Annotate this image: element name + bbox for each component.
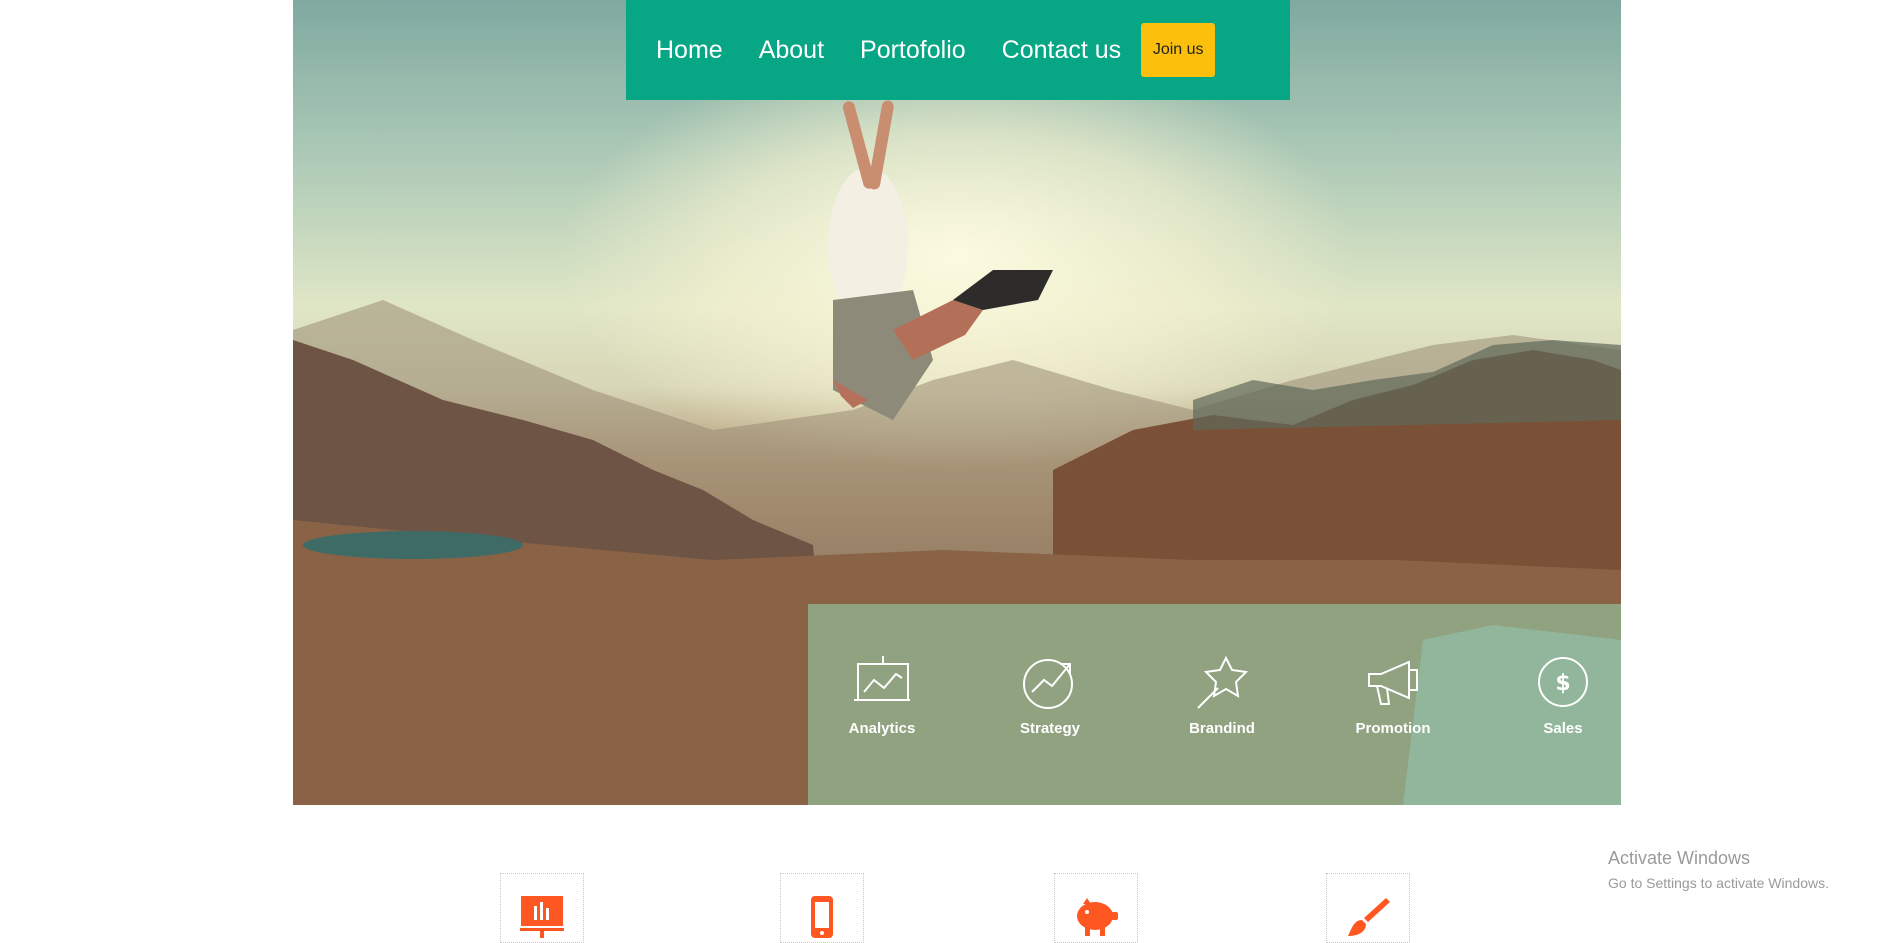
svg-text:$: $ [1555, 671, 1570, 696]
windows-activation-watermark: Activate Windows Go to Settings to activ… [1608, 848, 1829, 891]
service-label: Sales [1543, 720, 1583, 737]
hero-banner: Analytics Strategy Brandind Promotion $ … [293, 0, 1621, 805]
service-sales[interactable]: $ Sales [1503, 652, 1621, 737]
piggy-bank-icon [1073, 896, 1119, 942]
service-label: Strategy [1019, 720, 1081, 737]
dollar-circle-icon: $ [1503, 652, 1621, 712]
main-navigation: Home About Portofolio Contact us Join us [626, 0, 1290, 100]
nav-contact-link[interactable]: Contact us [1002, 36, 1122, 65]
megaphone-icon [1333, 652, 1453, 712]
service-strategy[interactable]: Strategy [990, 652, 1110, 737]
services-panel: Analytics Strategy Brandind Promotion $ … [808, 604, 1621, 805]
service-promotion[interactable]: Promotion [1333, 652, 1453, 737]
nav-home-link[interactable]: Home [656, 36, 723, 65]
growth-arrow-icon [990, 652, 1110, 712]
watermark-subtitle: Go to Settings to activate Windows. [1608, 875, 1829, 891]
service-label: Promotion [1355, 720, 1431, 737]
watermark-title: Activate Windows [1608, 848, 1751, 868]
service-analytics[interactable]: Analytics [822, 652, 942, 737]
mobile-phone-icon [809, 896, 835, 942]
magic-wand-star-icon [1162, 652, 1282, 712]
nav-about-link[interactable]: About [759, 36, 824, 65]
nav-portfolio-link[interactable]: Portofolio [860, 36, 966, 65]
join-us-button[interactable]: Join us [1141, 23, 1216, 77]
service-label: Analytics [848, 720, 916, 737]
presentation-chart-icon [520, 896, 564, 942]
service-label: Brandind [1189, 720, 1255, 737]
service-branding[interactable]: Brandind [1162, 652, 1282, 737]
features-row [0, 873, 1886, 943]
paint-brush-icon [1346, 896, 1390, 942]
analytics-board-icon [822, 652, 942, 712]
